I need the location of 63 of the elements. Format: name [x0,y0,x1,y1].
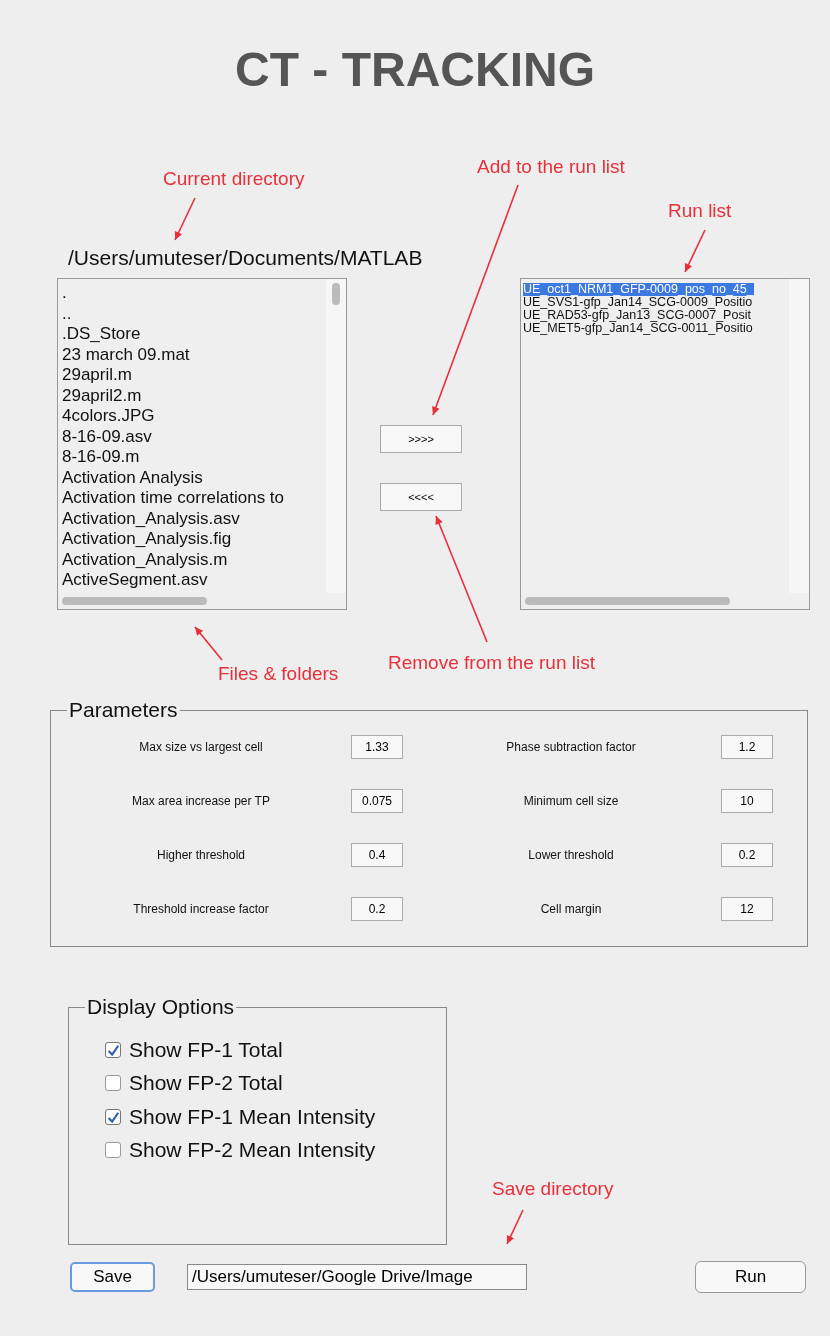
file-item[interactable]: Activation_Analysis.fig [62,529,232,550]
annotation-arrow [194,626,223,661]
parameter-label: Minimum cell size [522,794,620,808]
annotation-label: Add to the run list [477,156,625,178]
file-item[interactable]: .. [62,303,72,324]
app-title: CT - TRACKING [234,42,596,98]
parameter-field[interactable]: 1.33 [351,735,403,759]
annotation-arrow [174,197,196,241]
parameter-field[interactable]: 0.2 [721,843,773,867]
checkbox-label: Show FP-2 Total [129,1071,283,1096]
file-item[interactable]: Activation_Analysis.asv [62,508,240,529]
file-list[interactable] [57,278,347,610]
file-item[interactable]: 8-16-09.m [62,447,140,468]
checkbox[interactable] [105,1108,121,1125]
run-list-item[interactable]: UE_RAD53-gfp_Jan13_SCG-0007_Posit [523,309,751,322]
remove-button[interactable]: <<<< [380,483,462,511]
annotation-arrow [506,1209,524,1245]
scrollbar[interactable] [326,279,346,593]
checkbox[interactable] [105,1142,121,1159]
parameter-label: Phase subtraction factor [505,740,637,754]
file-item[interactable]: 4colors.JPG [62,406,155,427]
checkbox-label: Show FP-1 Mean Intensity [129,1104,376,1129]
parameter-label: Lower threshold [527,848,615,862]
parameter-field[interactable]: 12 [721,897,773,921]
directory-path: /Users/umuteser/Documents/MATLAB [68,246,423,271]
save-button[interactable]: Save [70,1262,155,1292]
file-item[interactable]: ActiveSegment.asv [62,570,208,591]
annotation-label: Run list [668,200,732,222]
add-button[interactable]: >>>> [380,425,462,453]
parameter-field[interactable]: 1.2 [721,735,773,759]
annotation-label: Current directory [163,168,305,190]
parameter-label: Higher threshold [155,848,247,862]
parameter-label: Threshold increase factor [132,902,270,916]
run-list-item[interactable]: UE_MET5-gfp_Jan14_SCG-0011_Positio [523,322,753,335]
parameter-field[interactable]: 10 [721,789,773,813]
annotation-label: Remove from the run list [388,652,595,674]
annotation-arrow [684,229,706,273]
parameter-field[interactable]: 0.075 [351,789,403,813]
annotation-label: Files & folders [218,663,339,685]
file-item[interactable]: 29april2.m [62,385,142,406]
parameter-label: Max size vs largest cell [138,740,264,754]
parameter-field[interactable]: 0.4 [351,843,403,867]
file-item[interactable]: . [62,283,67,304]
parameter-label: Cell margin [539,902,603,916]
file-item[interactable]: 8-16-09.asv [62,426,152,447]
parameter-field[interactable]: 0.2 [351,897,403,921]
file-item[interactable]: Activation time correlations to [62,488,285,509]
file-item[interactable]: 23 march 09.mat [62,344,190,365]
annotation-label: Save directory [492,1178,614,1200]
run-list[interactable]: UE_oct1_NRM1_GFP-0009_pos_no_45_ UE_SVS1-gfp_Jan14_SCG-0009_Positio UE_RAD53-gfp_Jan13_SCG-0007_Posit UE_MET5-gfp_Jan14_SCG-0011_Positio [520,278,810,610]
run-button[interactable]: Run [695,1261,806,1293]
checkbox[interactable] [105,1041,121,1058]
save-directory-field[interactable]: /Users/umuteser/Google Drive/Image [187,1264,527,1290]
file-item[interactable]: .DS_Store [62,324,141,345]
checkbox-label: Show FP-2 Mean Intensity [129,1138,376,1163]
run-list-item[interactable]: UE_SVS1-gfp_Jan14_SCG-0009_Positio [523,296,753,309]
checkbox[interactable] [105,1075,121,1092]
run-list-item[interactable]: UE_oct1_NRM1_GFP-0009_pos_no_45_ [523,283,754,296]
file-item[interactable]: Activation_Analysis.m [62,549,228,570]
checkbox-label: Show FP-1 Total [129,1037,283,1062]
file-item[interactable]: 29april.m [62,365,132,386]
file-item[interactable]: Activation Analysis [62,467,203,488]
parameter-label: Max area increase per TP [131,794,271,808]
